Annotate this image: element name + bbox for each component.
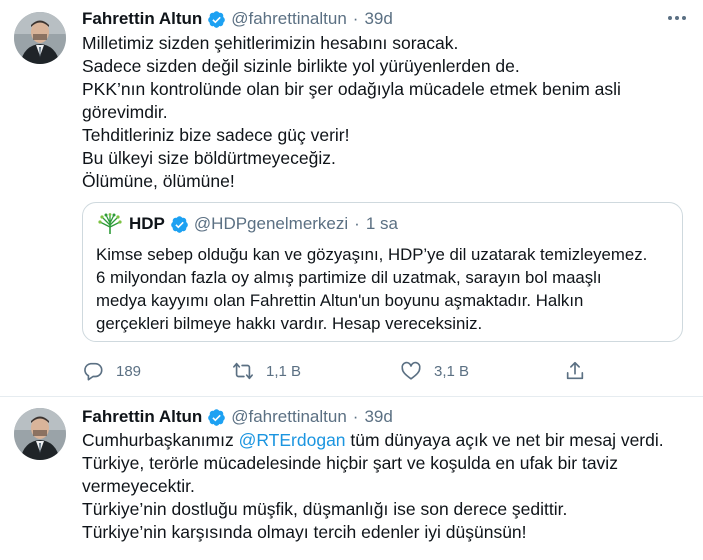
tweet-text-line: Türkiye’nin dostluğu müşfik, düşmanlığı … xyxy=(82,499,568,519)
author-name[interactable]: Fahrettin Altun xyxy=(82,9,202,29)
tweet-header: Fahrettin Altun @fahrettinaltun · 39d xyxy=(82,8,393,30)
quoted-text-line: medya kayyımı olan Fahrettin Altun'un bo… xyxy=(96,291,584,310)
like-count: 3,1 B xyxy=(434,362,470,380)
separator-dot: · xyxy=(352,407,359,426)
text-segment: tüm dünyaya açık ve net bir mesaj verdi. xyxy=(345,430,664,450)
quoted-text-line: gerçekleri bilmeye hakkı vardır. Hesap v… xyxy=(96,314,483,333)
tweet[interactable]: Fahrettin Altun @fahrettinaltun · 39d Cu… xyxy=(0,396,703,560)
timestamp[interactable]: 39d xyxy=(364,9,392,29)
retweet-button[interactable]: 1,1 B xyxy=(232,358,301,384)
tweet-actions: 189 1,1 B 3,1 B xyxy=(82,358,602,384)
quoted-author-name[interactable]: HDP xyxy=(129,214,165,234)
tweet-text-line: Ölümüne, ölümüne! xyxy=(82,171,235,191)
reply-count: 189 xyxy=(116,362,142,380)
quoted-text-line: 6 milyondan fazla oy almış partimize dil… xyxy=(96,268,602,287)
tweet-text-line: Sadece sizden değil sizinle birlikte yol… xyxy=(82,56,520,76)
author-handle[interactable]: @fahrettinaltun xyxy=(231,407,347,427)
quoted-tweet-header: HDP @HDPgenelmerkezi · 1 sa xyxy=(97,213,398,235)
hdp-tree-logo xyxy=(97,213,123,235)
tweet-header: Fahrettin Altun @fahrettinaltun · 39d xyxy=(82,406,393,428)
timestamp[interactable]: 39d xyxy=(364,407,392,427)
author-name[interactable]: Fahrettin Altun xyxy=(82,407,202,427)
retweet-icon xyxy=(233,362,253,380)
reply-button[interactable]: 189 xyxy=(82,358,141,384)
quoted-text-line: Kimse sebep olduğu kan ve gözyaşını, HDP… xyxy=(96,245,648,264)
quoted-author-handle[interactable]: @HDPgenelmerkezi xyxy=(194,214,348,234)
verified-badge-icon xyxy=(170,215,189,234)
tweet[interactable]: Fahrettin Altun @fahrettinaltun · 39d Mi… xyxy=(0,0,703,396)
tweet-text-line: Milletimiz sizden şehitlerimizin hesabın… xyxy=(82,33,459,53)
mention-link[interactable]: @RTErdogan xyxy=(239,430,346,450)
quoted-tweet-text: Kimse sebep olduğu kan ve gözyaşını, HDP… xyxy=(96,243,676,335)
separator-dot: · xyxy=(354,214,360,233)
more-options-icon[interactable] xyxy=(665,8,689,28)
author-handle[interactable]: @fahrettinaltun xyxy=(231,9,347,29)
heart-icon xyxy=(401,361,421,380)
tweet-text-line: Bu ülkeyi size böldürtmeyeceğiz. xyxy=(82,148,336,168)
quoted-tweet[interactable]: HDP @HDPgenelmerkezi · 1 sa Kimse sebep … xyxy=(82,202,683,342)
tweet-text-line: vermeyecektir. xyxy=(82,476,195,496)
tweet-text-line: görevimdir. xyxy=(82,102,168,122)
reply-icon xyxy=(84,362,103,381)
tweet-text-line: Türkiye’nin karşısında olmayı tercih ede… xyxy=(82,522,527,542)
verified-badge-icon xyxy=(207,10,226,29)
tweet-text-line: PKK’nın kontrolünde olan bir şer odağıyl… xyxy=(82,79,621,99)
tweet-text-line: Cumhurbaşkanımız @RTErdogan tüm dünyaya … xyxy=(82,429,682,452)
quoted-timestamp: 1 sa xyxy=(365,214,398,233)
tweet-text-line: Türkiye, terörle mücadelesinde hiçbir şa… xyxy=(82,453,618,473)
like-button[interactable]: 3,1 B xyxy=(400,358,469,384)
tweet-text: Cumhurbaşkanımız @RTErdogan tüm dünyaya … xyxy=(82,429,682,544)
share-icon xyxy=(566,361,584,380)
share-button[interactable] xyxy=(564,358,598,384)
separator-dot: · xyxy=(352,9,359,28)
avatar[interactable] xyxy=(14,12,66,64)
verified-badge-icon xyxy=(207,408,226,427)
tweet-text: Milletimiz sizden şehitlerimizin hesabın… xyxy=(82,32,682,193)
retweet-count: 1,1 B xyxy=(266,362,302,380)
text-segment: Cumhurbaşkanımız xyxy=(82,430,239,450)
tweet-text-line: Tehditleriniz bize sadece güç verir! xyxy=(82,125,350,145)
avatar[interactable] xyxy=(14,408,66,460)
